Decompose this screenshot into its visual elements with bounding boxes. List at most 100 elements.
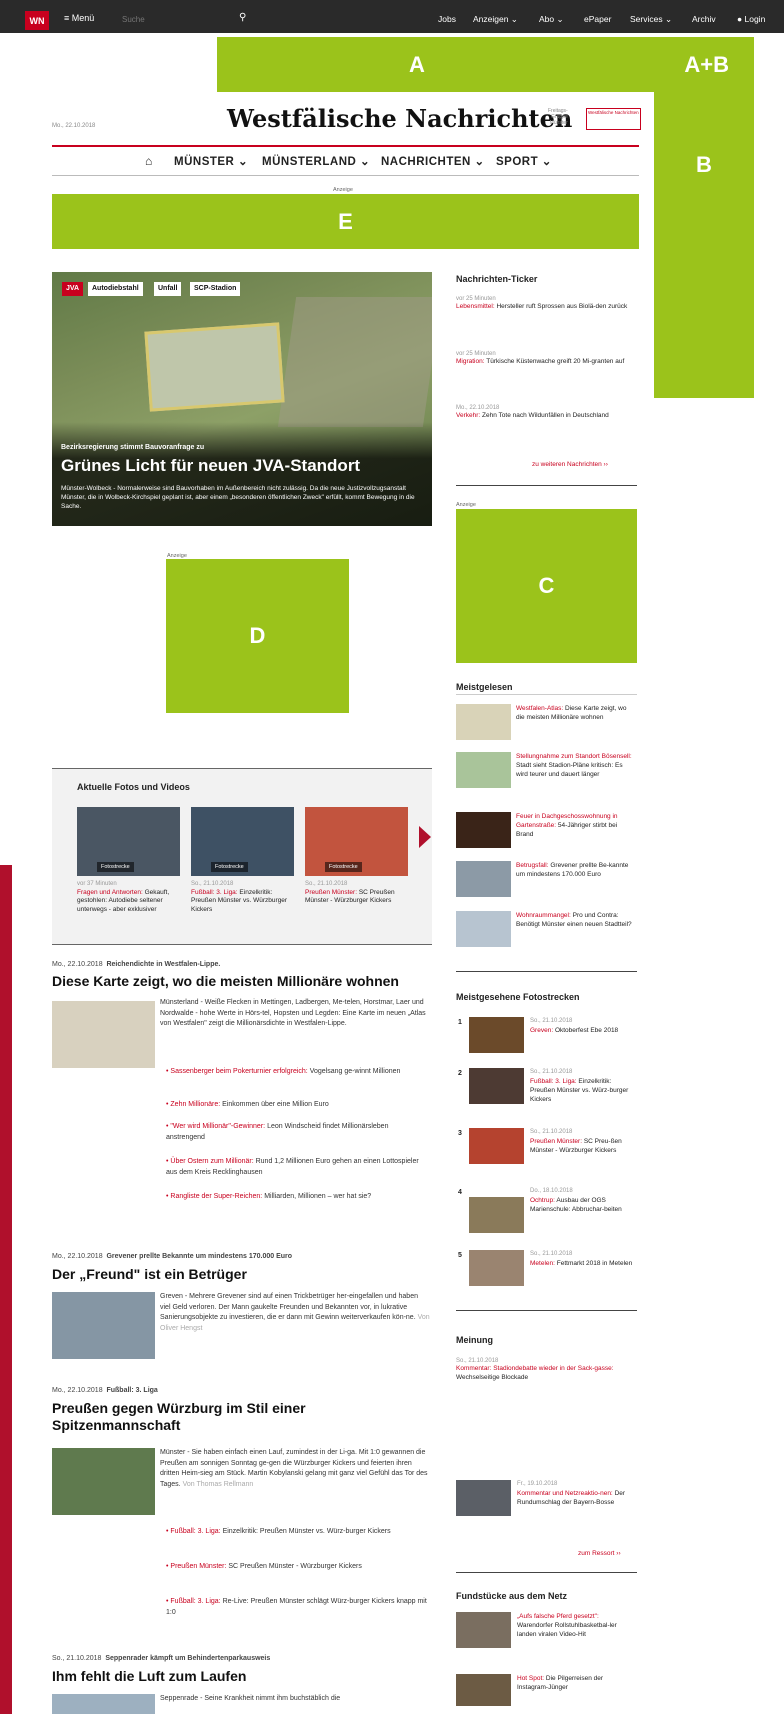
related-topic: Fußball: 3. Liga: [166,1528,221,1535]
related-link[interactable]: "Wer wird Millionär"-Gewinner: Leon Wind… [166,1122,428,1143]
search-icon[interactable]: ⚲ [239,12,246,23]
article-kicker: Seppenrader kämpft um Behindertenparkaus… [105,1655,271,1662]
related-topic: "Wer wird Millionär"-Gewinner: [166,1123,265,1130]
ad-slot-b[interactable]: B [654,92,754,398]
ad-slot-e[interactable]: E [52,194,639,249]
article-date-line: Mo., 22.10.2018 Fußball: 3. Liga [52,1387,158,1394]
nav-nachrichten[interactable]: NACHRICHTEN ⌄ [381,154,485,168]
ticker-item[interactable]: vor 25 Minuten Migration: Türkische Küst… [456,351,636,366]
hero-image-field [277,297,432,427]
partner-logo[interactable]: Westfälische Nachrichten [586,108,641,130]
item-text: Stadt sieht Stadion-Pläne kritisch: Es w… [516,762,623,778]
rank-number: 5 [458,1252,462,1259]
article-date: Mo., 22.10.2018 [52,1253,103,1260]
article-title[interactable]: Ihm fehlt die Luft zum Laufen [52,1668,432,1685]
meinung-item[interactable]: So., 21.10.2018 Kommentar: Stadiondebatt… [456,1358,637,1382]
media-item[interactable]: Fotostrecke vor 37 Minuten Fragen und Ant… [77,807,182,914]
related-link[interactable]: Preußen Münster: SC Preußen Münster - Wü… [166,1562,428,1573]
article-date: Mo., 22.10.2018 [52,1387,103,1394]
media-item[interactable]: Fotostrecke So., 21.10.2018 Fußball: 3. L… [191,807,296,914]
fundstueck-item[interactable]: Hot Spot: Die Pilgerreisen der Instagram… [456,1670,637,1710]
ad-c-label: C [538,573,555,598]
login-link[interactable]: ● Login [737,14,765,24]
rank-number: 4 [458,1189,462,1196]
ad-slot-d[interactable]: D [166,559,349,713]
hero-teaser[interactable]: JVA Autodiebstahl Unfall SCP-Stadion Bez… [52,272,432,526]
photo-thumbnail [469,1128,524,1164]
related-link[interactable]: Zehn Millionäre: Einkommen über eine Mil… [166,1100,428,1111]
article-text: Seppenrade - Seine Krankheit nimmt ihm b… [160,1695,341,1702]
fotostrecken-title: Meistgesehene Fotostrecken [456,992,580,1002]
article-title[interactable]: Diese Karte zeigt, wo die meisten Millio… [52,973,432,990]
item-date: So., 21.10.2018 [305,881,348,887]
ad-slot-c[interactable]: C [456,509,637,663]
related-link[interactable]: Sassenberger beim Pokerturnier erfolgrei… [166,1067,428,1078]
nav-anzeigen[interactable]: Anzeigen ⌄ [473,14,518,25]
nav-muensterland[interactable]: MÜNSTERLAND ⌄ [262,154,370,168]
camera-icon-label: Fotostrecke [325,862,362,872]
nav-abo[interactable]: Abo ⌄ [539,14,564,25]
nav-epaper[interactable]: ePaper [584,14,611,24]
nav-sport[interactable]: SPORT ⌄ [496,154,552,168]
hero-headline[interactable]: Grünes Licht für neuen JVA-Standort [61,456,360,476]
home-icon[interactable]: ⌂ [145,154,152,168]
current-date: Mo., 22.10.2018 [52,123,96,129]
item-date: So., 21.10.2018 [530,1069,573,1075]
fotostrecke-item[interactable]: 5 So., 21.10.2018 Metelen: Fettmarkt 2018… [456,1250,637,1294]
ticker-item[interactable]: vor 25 Minuten Lebensmittel: Hersteller … [456,296,631,311]
nav-divider [52,175,639,176]
meinung-item[interactable]: Fr., 19.10.2018 Kommentar und Netzreaktio… [456,1480,637,1520]
aerial-thumbnail [456,752,511,788]
article-image[interactable] [52,1292,155,1359]
item-date: So., 21.10.2018 [191,881,234,887]
section-divider [456,1572,637,1573]
tag-unfall[interactable]: Unfall [154,282,182,296]
nav-services[interactable]: Services ⌄ [630,14,672,25]
fotostrecke-item[interactable]: 3 So., 21.10.2018 Preußen Münster: SC Pre… [456,1128,637,1172]
menu-button[interactable]: ≡ Menü [64,13,94,23]
fundstuecke-title: Fundstücke aus dem Netz [456,1591,568,1601]
media-title: Aktuelle Fotos und Videos [77,782,190,792]
item-topic: Fußball: 3. Liga: [530,1078,577,1085]
article-image[interactable] [52,1448,155,1515]
more-news-link[interactable]: zu weiteren Nachrichten ›› [532,461,608,468]
media-item[interactable]: Fotostrecke So., 21.10.2018 Preußen Münst… [305,807,410,906]
nav-jobs[interactable]: Jobs [438,14,456,24]
item-topic: Greven: [530,1027,554,1034]
tag-autodiebstahl[interactable]: Autodiebstahl [88,282,143,296]
related-link[interactable]: Rangliste der Super-Reichen: Milliarden,… [166,1192,428,1203]
wn-logo[interactable]: WN [25,11,49,30]
item-date: So., 21.10.2018 [530,1018,573,1024]
article-title[interactable]: Preußen gegen Würzburg im Stil einer Spi… [52,1400,332,1434]
search-input[interactable] [122,12,242,27]
carousel-next-arrow-icon[interactable] [419,826,431,848]
ad-slot-a[interactable]: A A+B [217,37,754,92]
fotostrecke-item[interactable]: 2 So., 21.10.2018 Fußball: 3. Liga: Einze… [456,1068,637,1112]
related-link[interactable]: Fußball: 3. Liga: Re-Live: Preußen Münst… [166,1597,428,1618]
camera-icon-label: Fotostrecke [97,862,134,872]
ad-b-label: B [696,152,712,177]
article-text: Münster - Sie haben einfach einen Lauf, … [160,1448,430,1490]
fundstueck-item[interactable]: „Aufs falsche Pferd gesetzt": Warendorfe… [456,1612,637,1652]
masthead-title[interactable]: Westfälische Nachrichten [227,104,572,133]
ticker-item[interactable]: Mo., 22.10.2018 Verkehr: Zehn Tote nach … [456,405,621,420]
related-topic: Zehn Millionäre: [166,1101,220,1108]
article-image[interactable] [52,1694,155,1714]
related-topic: Rangliste der Super-Reichen: [166,1193,262,1200]
nav-archiv[interactable]: Archiv [692,14,716,24]
related-link[interactable]: Fußball: 3. Liga: Einzelkritik: Preußen … [166,1527,428,1538]
fotostrecke-item[interactable]: 4 Do., 18.10.2018 Ochtrup: Ausbau der OGS… [456,1187,637,1233]
tag-scp-stadion[interactable]: SCP-Stadion [190,282,241,296]
item-topic: Ochtrup: [530,1197,555,1204]
article-title[interactable]: Der „Freund" ist ein Betrüger [52,1266,432,1283]
item-topic: Preußen Münster: [305,888,358,896]
rank-number: 2 [458,1070,462,1077]
related-link[interactable]: Über Ostern zum Millionär: Rund 1,2 Mill… [166,1157,428,1178]
article-image[interactable] [52,1001,155,1068]
item-topic: „Aufs falsche Pferd gesetzt": [517,1613,599,1620]
more-ressort-link[interactable]: zum Ressort ›› [578,1550,621,1557]
nav-muenster[interactable]: MÜNSTER ⌄ [174,154,248,168]
tag-jva[interactable]: JVA [62,282,84,296]
camera-icon-label: Fotostrecke [211,862,248,872]
fotostrecke-item[interactable]: 1 So., 21.10.2018 Greven: Oktoberfest Ebe… [456,1017,637,1061]
